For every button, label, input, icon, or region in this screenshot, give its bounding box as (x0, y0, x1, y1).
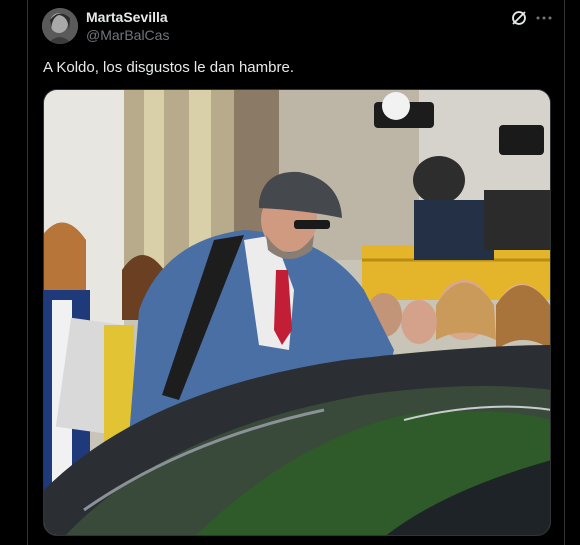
photo-scene (44, 90, 550, 535)
tweet-photo[interactable] (43, 89, 551, 536)
author-handle[interactable]: @MarBalCas (86, 27, 169, 43)
author-display-name[interactable]: MartaSevilla (86, 9, 168, 25)
author-avatar[interactable] (42, 8, 78, 44)
tweet-text: A Koldo, los disgustos le dan hambre. (43, 59, 294, 76)
grok-icon[interactable] (510, 9, 528, 27)
avatar-image (42, 8, 78, 44)
more-options-icon[interactable] (534, 9, 554, 27)
